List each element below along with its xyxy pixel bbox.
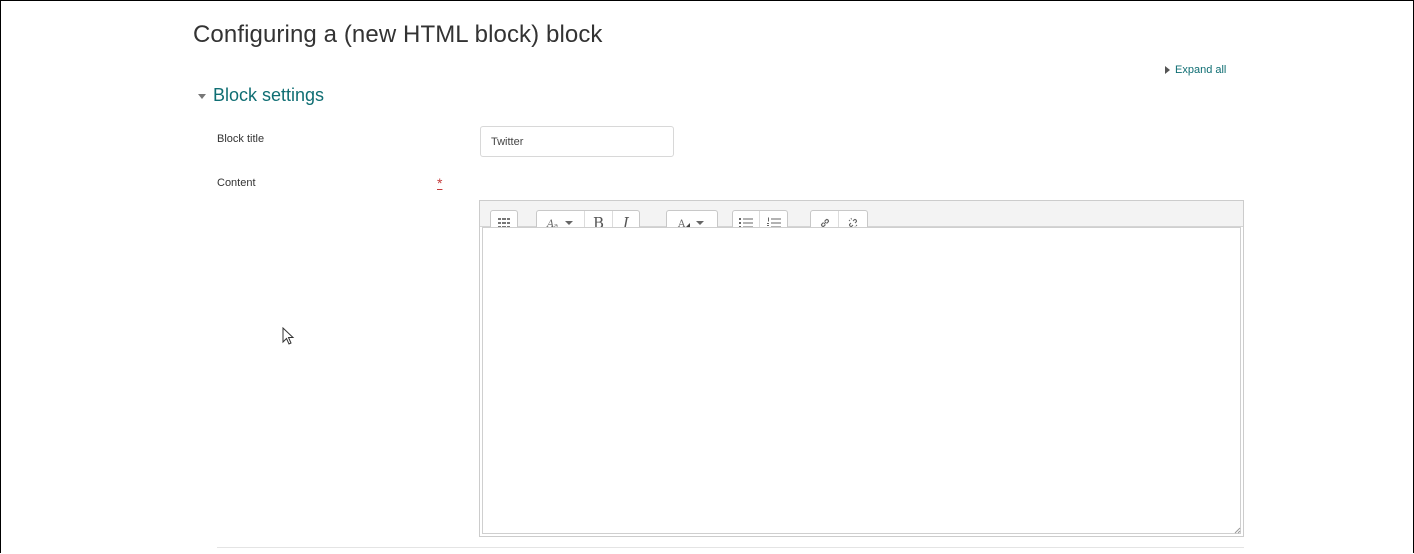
- block-title-label: Block title: [217, 133, 265, 145]
- mouse-pointer-icon: [282, 327, 296, 347]
- section-title: Block settings: [213, 85, 325, 105]
- content-editor: A a B I A: [479, 200, 1244, 537]
- block-title-input[interactable]: [480, 126, 674, 157]
- divider: [217, 547, 1244, 548]
- caret-right-icon: [1165, 66, 1170, 74]
- section-header-block-settings[interactable]: Block settings: [198, 85, 324, 106]
- resize-handle-icon[interactable]: [1233, 526, 1241, 534]
- page-title: Configuring a (new HTML block) block: [193, 21, 603, 48]
- expand-all-label: Expand all: [1175, 64, 1227, 76]
- asterisk-icon: *: [437, 175, 443, 191]
- caret-down-icon: [198, 94, 206, 99]
- expand-all-link[interactable]: Expand all: [1165, 64, 1226, 76]
- content-label: Content: [217, 177, 256, 189]
- content-textarea[interactable]: [482, 227, 1241, 534]
